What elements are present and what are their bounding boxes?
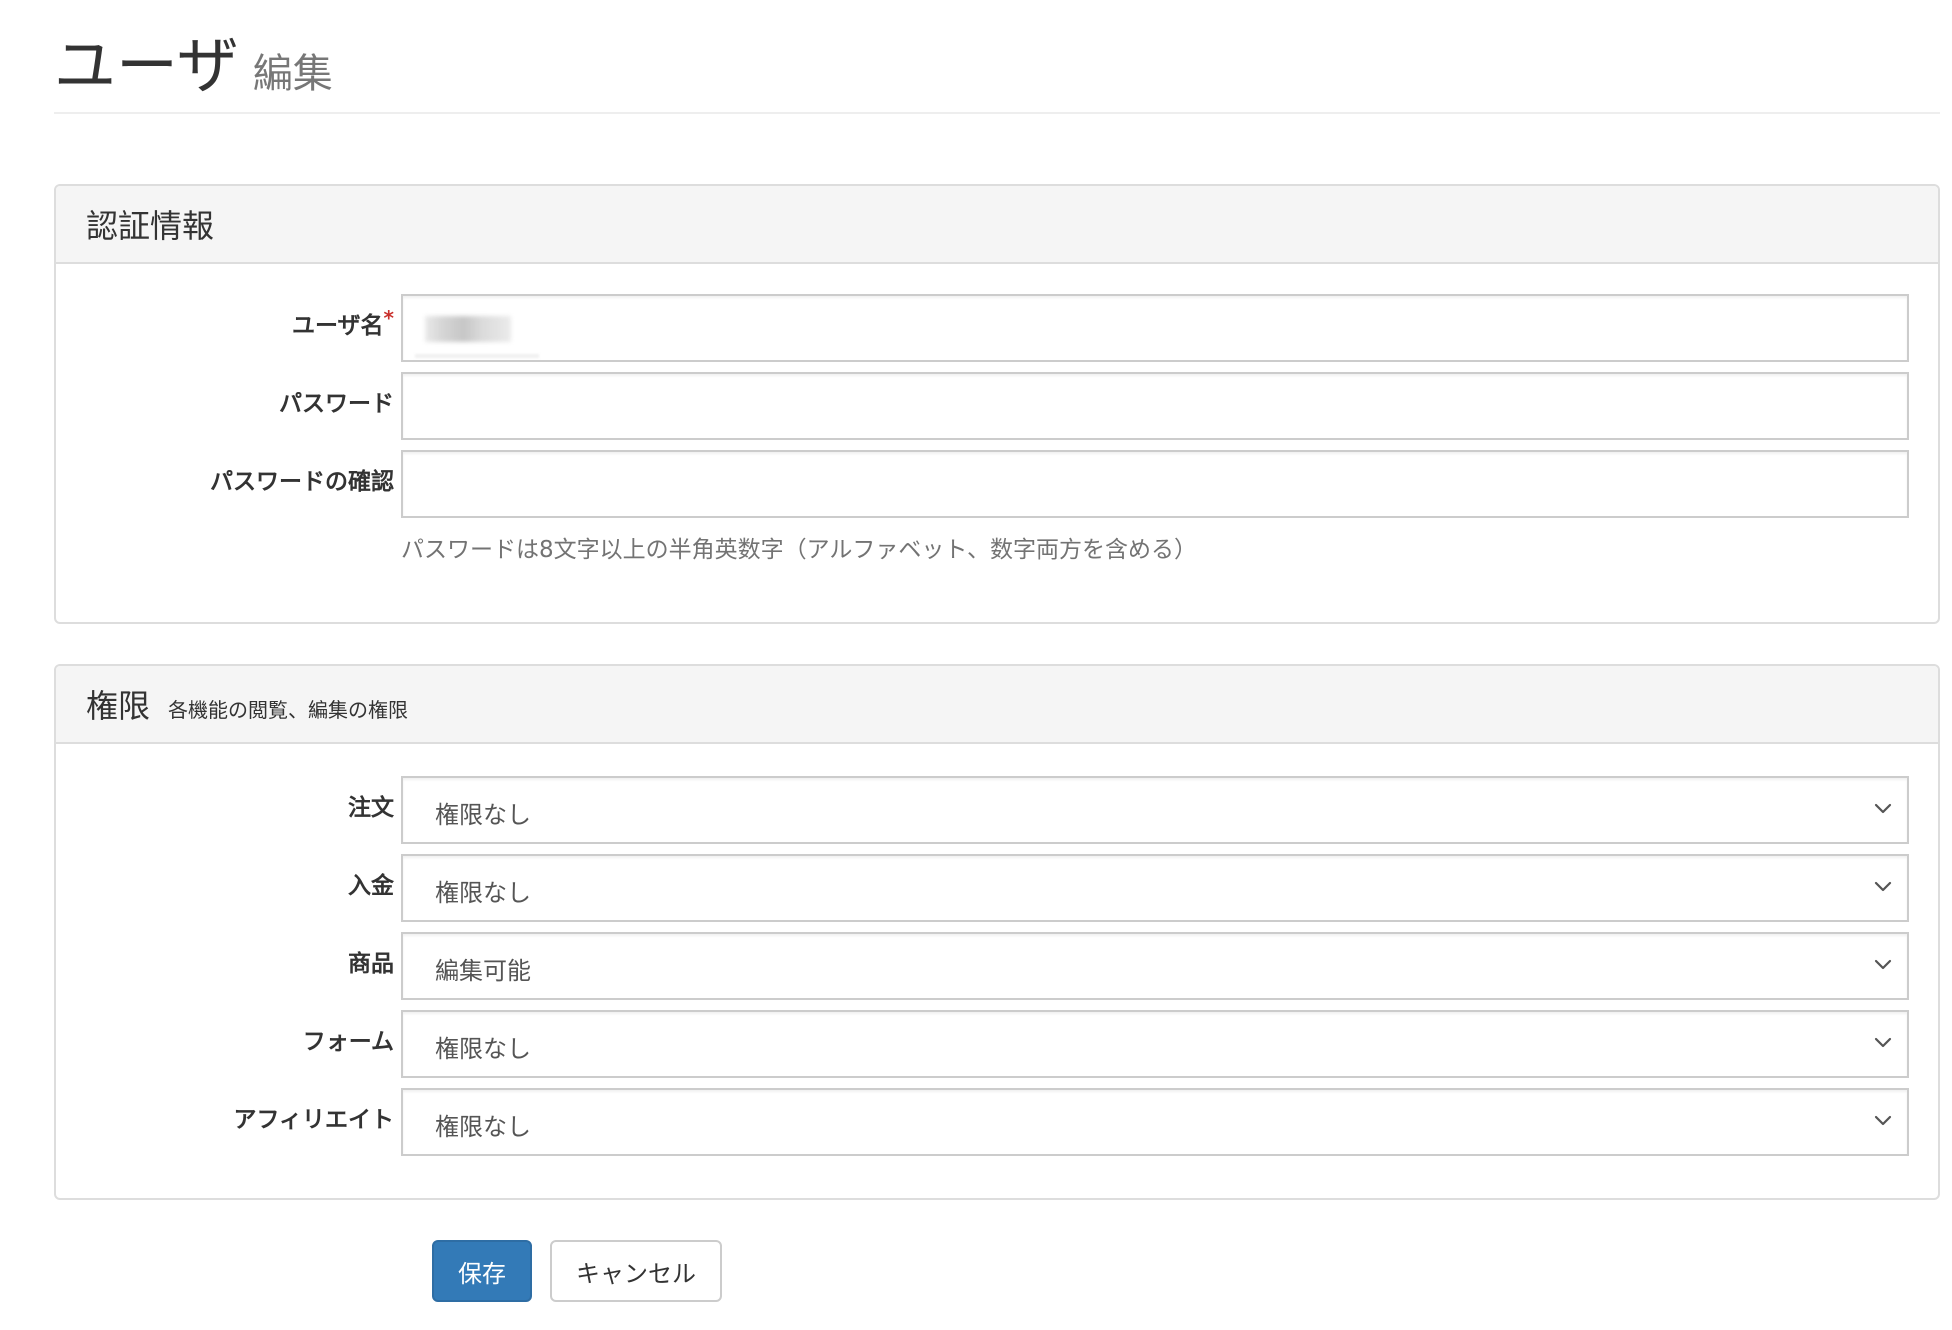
password-confirm-row: パスワードの確認	[56, 450, 1942, 518]
permission-row-payments: 入金 権限なし	[56, 854, 1942, 922]
page-subtitle: 編集	[252, 51, 333, 97]
permission-select-payments[interactable]: 権限なし	[401, 854, 1909, 922]
permission-label: 入金	[348, 873, 394, 899]
username-label: ユーザ名*	[292, 306, 394, 340]
auth-panel-heading: 認証情報	[56, 186, 1938, 264]
password-confirm-input[interactable]	[401, 450, 1909, 518]
chevron-down-icon	[1874, 1115, 1892, 1126]
password-label: パスワード	[279, 391, 394, 417]
page-title-text: ユーザ	[54, 29, 239, 102]
cancel-button[interactable]: キャンセル	[550, 1240, 722, 1302]
permission-label: フォーム	[302, 1029, 394, 1055]
page-header: ユーザ 編集	[54, 0, 1940, 114]
chevron-down-icon	[1874, 803, 1892, 814]
permission-row-orders: 注文 権限なし	[56, 776, 1942, 844]
chevron-down-icon	[1874, 881, 1892, 892]
permission-select-value: 編集可能	[435, 957, 531, 985]
auth-panel-title: 認証情報	[86, 207, 215, 245]
password-help-text: パスワードは8文字以上の半角英数字（アルファベット、数字両方を含める）	[401, 537, 1197, 563]
permission-select-orders[interactable]: 権限なし	[401, 776, 1909, 844]
permission-label: アフィリエイト	[233, 1107, 394, 1133]
permission-select-value: 権限なし	[435, 879, 531, 907]
auth-panel: 認証情報 ユーザ名* パスワード パスワードの確認 パスワードは8文字以上の半角…	[54, 184, 1940, 624]
password-row: パスワード	[56, 372, 1942, 440]
username-label-text: ユーザ名	[291, 313, 384, 339]
username-input[interactable]	[401, 294, 1909, 362]
save-button[interactable]: 保存	[432, 1240, 532, 1302]
permission-label: 注文	[348, 795, 394, 821]
required-mark: *	[383, 306, 394, 330]
permission-select-forms[interactable]: 権限なし	[401, 1010, 1909, 1078]
permission-select-value: 権限なし	[435, 1035, 531, 1063]
permission-select-value: 権限なし	[435, 1113, 531, 1141]
user-edit-page: ユーザ 編集 認証情報 ユーザ名* パスワード パスワードの確認 パスワードは8文…	[54, 0, 1940, 1302]
permission-row-forms: フォーム 権限なし	[56, 1010, 1942, 1078]
permissions-panel-subtitle: 各機能の閲覧、編集の権限	[168, 697, 409, 722]
permission-row-affiliate: アフィリエイト 権限なし	[56, 1088, 1942, 1156]
permission-label: 商品	[348, 951, 394, 977]
permissions-panel-title: 権限	[86, 687, 151, 725]
permission-select-value: 権限なし	[435, 801, 531, 829]
chevron-down-icon	[1874, 959, 1892, 970]
password-confirm-label: パスワードの確認	[210, 469, 394, 495]
redacted-underline	[415, 354, 539, 358]
chevron-down-icon	[1874, 1037, 1892, 1048]
permissions-panel-heading: 権限 各機能の閲覧、編集の権限	[56, 666, 1938, 744]
permission-select-affiliate[interactable]: 権限なし	[401, 1088, 1909, 1156]
redacted-username-value	[425, 316, 511, 342]
permission-row-products: 商品 編集可能	[56, 932, 1942, 1000]
username-row: ユーザ名*	[56, 294, 1942, 362]
permission-select-products[interactable]: 編集可能	[401, 932, 1909, 1000]
page-title: ユーザ 編集	[54, 28, 1940, 112]
password-input[interactable]	[401, 372, 1909, 440]
permissions-panel: 権限 各機能の閲覧、編集の権限 注文 権限なし 入金 権限なし 商品 編集可能	[54, 664, 1940, 1200]
